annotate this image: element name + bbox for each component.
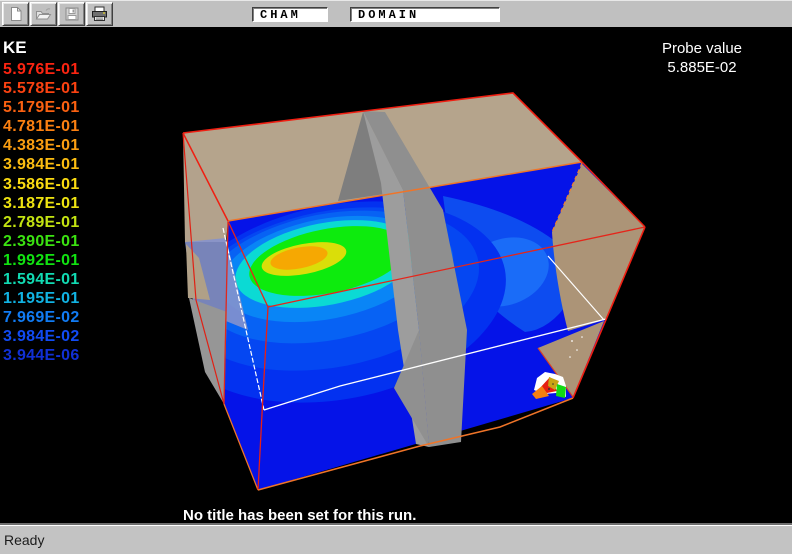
legend-list: 5.976E-015.578E-015.179E-014.781E-014.38… xyxy=(3,60,80,366)
legend-entry: 1.594E-01 xyxy=(3,270,80,289)
legend-entry: 3.187E-01 xyxy=(3,194,80,213)
cham-field[interactable] xyxy=(252,7,328,22)
legend-entry: 5.578E-01 xyxy=(3,79,80,98)
print-button[interactable] xyxy=(86,2,113,26)
legend-entry: 3.984E-01 xyxy=(3,155,80,174)
open-file-button[interactable] xyxy=(30,2,57,26)
run-title: No title has been set for this run. xyxy=(183,507,416,524)
save-floppy-icon xyxy=(64,6,80,22)
domain-field[interactable] xyxy=(350,7,500,22)
legend-entry: 2.789E-01 xyxy=(3,213,80,232)
status-text: Ready xyxy=(4,532,44,548)
toolbar xyxy=(0,0,792,27)
legend-entry: 3.984E-02 xyxy=(3,327,80,346)
new-document-button[interactable] xyxy=(2,2,29,26)
probe-label: Probe value xyxy=(637,39,767,58)
legend-entry: 4.383E-01 xyxy=(3,136,80,155)
legend-entry: 1.195E-01 xyxy=(3,289,80,308)
legend-entry: 3.944E-06 xyxy=(3,346,80,365)
legend-entry: 7.969E-02 xyxy=(3,308,80,327)
save-button[interactable] xyxy=(58,2,85,26)
legend-entry: 4.781E-01 xyxy=(3,117,80,136)
open-folder-icon xyxy=(35,6,52,22)
legend-entry: 5.976E-01 xyxy=(3,60,80,79)
domain-scene-svg xyxy=(0,27,792,525)
3d-viewport[interactable] xyxy=(0,27,792,525)
probe-value: 5.885E-02 xyxy=(637,58,767,77)
legend-entry: 3.586E-01 xyxy=(3,175,80,194)
status-bar: Ready xyxy=(0,525,792,554)
legend-entry: 1.992E-01 xyxy=(3,251,80,270)
legend-entry: 2.390E-01 xyxy=(3,232,80,251)
plotted-variable-label: KE xyxy=(3,38,27,58)
printer-icon xyxy=(91,6,108,22)
legend-entry: 5.179E-01 xyxy=(3,98,80,117)
new-document-icon xyxy=(8,6,24,22)
probe-readout: Probe value 5.885E-02 xyxy=(637,39,767,77)
